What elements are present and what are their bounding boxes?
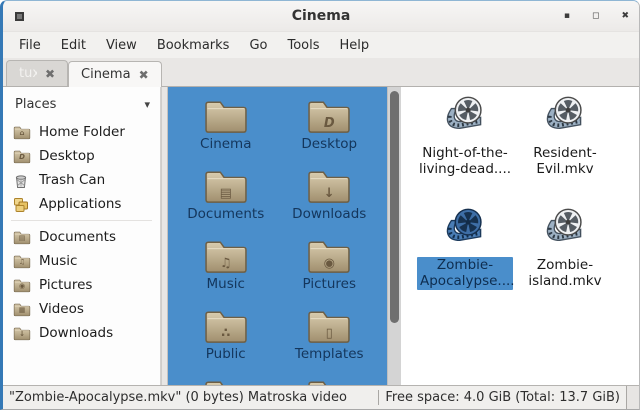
sidebar-item-videos[interactable]: ▦ Videos bbox=[3, 297, 160, 321]
scrollbar-thumb[interactable] bbox=[390, 91, 399, 323]
resize-grip[interactable] bbox=[626, 386, 639, 409]
folder-icon: ↓ bbox=[306, 167, 352, 205]
status-selection-info: "Zombie-Apocalypse.mkv" (0 bytes) Matros… bbox=[3, 390, 378, 405]
sidebar-item-trash[interactable]: Trash Can bbox=[3, 168, 160, 192]
sidebar-item-desktop[interactable]: D Desktop bbox=[3, 144, 160, 168]
folder-item-public[interactable]: ∴ Public bbox=[178, 307, 274, 377]
tab-close-icon[interactable]: ✖ bbox=[139, 68, 149, 82]
folder-item-music[interactable]: ♫ Music bbox=[178, 237, 274, 307]
menu-edit[interactable]: Edit bbox=[51, 34, 96, 57]
titlebar[interactable]: Cinema ▪ ◻ ✖ bbox=[3, 1, 639, 31]
sidebar-item-home[interactable]: ⌂ Home Folder bbox=[3, 120, 160, 144]
folder-icon bbox=[203, 97, 249, 135]
sidebar-item-pictures[interactable]: ◉ Pictures bbox=[3, 273, 160, 297]
folder-icon: ∴ bbox=[203, 307, 249, 345]
sidebar-item-label: Pictures bbox=[39, 277, 92, 293]
video-file-icon bbox=[539, 95, 591, 145]
folder-item-templates[interactable]: ▯ Templates bbox=[281, 307, 377, 377]
documents-folder-icon: ▤ bbox=[13, 230, 31, 245]
folder-item-clipped[interactable] bbox=[178, 377, 274, 385]
tab-tux[interactable]: tux ✖ bbox=[6, 60, 68, 86]
tab-label: tux bbox=[19, 66, 37, 81]
folder-icon: ▯ bbox=[306, 307, 352, 345]
menu-help[interactable]: Help bbox=[330, 34, 380, 57]
menu-file[interactable]: File bbox=[9, 34, 51, 57]
folder-icon: ▤ bbox=[203, 167, 249, 205]
folder-item-clipped[interactable] bbox=[281, 377, 377, 385]
tab-bar: tux ✖ Cinema ✖ bbox=[3, 58, 639, 87]
folder-item-documents[interactable]: ▤ Documents bbox=[178, 167, 274, 237]
file-label-selected: Zombie-Apocalypse.... bbox=[417, 257, 513, 290]
sidebar-item-label: Applications bbox=[39, 196, 121, 212]
video-file-icon-selected bbox=[439, 207, 491, 257]
file-manager-window: Cinema ▪ ◻ ✖ File Edit View Bookmarks Go… bbox=[0, 0, 640, 410]
sidebar-item-label: Documents bbox=[39, 229, 116, 245]
maximize-button[interactable]: ◻ bbox=[592, 12, 599, 21]
sidebar-item-label: Music bbox=[39, 253, 77, 269]
sidebar-item-label: Downloads bbox=[39, 325, 113, 341]
folder-icon bbox=[203, 377, 249, 385]
places-header[interactable]: Places ▾ bbox=[3, 93, 160, 120]
video-file-icon bbox=[539, 207, 591, 257]
pane-splitter[interactable] bbox=[161, 87, 168, 385]
sidebar-item-downloads[interactable]: ↓ Downloads bbox=[3, 321, 160, 345]
menu-view[interactable]: View bbox=[96, 34, 147, 57]
sidebar-item-label: Home Folder bbox=[39, 124, 125, 140]
home-folder-pane[interactable]: Cinema D Desktop ▤ Documents ↓ Downloads bbox=[168, 87, 387, 385]
file-item-resident-evil[interactable]: Resident-Evil.mkv bbox=[515, 95, 615, 207]
file-item-night-of-the-living-dead[interactable]: Night-of-the-living-dead.... bbox=[415, 95, 515, 207]
videos-folder-icon: ▦ bbox=[13, 302, 31, 317]
minimize-button[interactable]: ▪ bbox=[564, 12, 570, 21]
status-bar: "Zombie-Apocalypse.mkv" (0 bytes) Matros… bbox=[3, 385, 639, 409]
close-button[interactable]: ✖ bbox=[621, 12, 629, 21]
downloads-folder-icon: ↓ bbox=[13, 326, 31, 341]
tab-label: Cinema bbox=[81, 67, 131, 82]
places-header-label: Places bbox=[15, 97, 56, 112]
sidebar-item-label: Videos bbox=[39, 301, 84, 317]
file-label: Night-of-the-living-dead.... bbox=[417, 145, 513, 178]
folder-item-cinema[interactable]: Cinema bbox=[178, 97, 274, 167]
music-folder-icon: ♫ bbox=[13, 254, 31, 269]
folder-icon: D bbox=[306, 97, 352, 135]
cinema-folder-pane[interactable]: Night-of-the-living-dead.... Resident-Ev… bbox=[401, 87, 639, 385]
desktop-folder-icon: D bbox=[13, 149, 31, 164]
folder-icon: ♫ bbox=[203, 237, 249, 275]
video-file-icon bbox=[439, 95, 491, 145]
menu-tools[interactable]: Tools bbox=[277, 34, 329, 57]
chevron-down-icon[interactable]: ▾ bbox=[144, 98, 150, 111]
folder-icon: ◉ bbox=[306, 237, 352, 275]
vertical-scrollbar[interactable] bbox=[387, 87, 401, 385]
menubar: File Edit View Bookmarks Go Tools Help bbox=[3, 31, 639, 58]
sidebar-item-music[interactable]: ♫ Music bbox=[3, 249, 160, 273]
status-free-space: Free space: 4.0 GiB (Total: 13.7 GiB) bbox=[378, 390, 626, 405]
trash-icon bbox=[13, 173, 31, 188]
folder-item-pictures[interactable]: ◉ Pictures bbox=[281, 237, 377, 307]
window-title: Cinema bbox=[3, 8, 639, 24]
tab-close-icon[interactable]: ✖ bbox=[45, 67, 55, 81]
pictures-folder-icon: ◉ bbox=[13, 278, 31, 293]
file-item-zombie-island[interactable]: Zombie-island.mkv bbox=[515, 207, 615, 319]
file-label: Resident-Evil.mkv bbox=[517, 145, 613, 178]
file-item-zombie-apocalypse[interactable]: Zombie-Apocalypse.... bbox=[415, 207, 515, 319]
applications-icon bbox=[13, 197, 31, 212]
sidebar-item-documents[interactable]: ▤ Documents bbox=[3, 225, 160, 249]
places-sidebar: Places ▾ ⌂ Home Folder D Desktop Trash C… bbox=[3, 87, 161, 385]
sidebar-item-applications[interactable]: Applications bbox=[3, 192, 160, 216]
menu-bookmarks[interactable]: Bookmarks bbox=[147, 34, 240, 57]
file-label: Zombie-island.mkv bbox=[517, 257, 613, 290]
sidebar-separator bbox=[11, 220, 152, 221]
folder-item-downloads[interactable]: ↓ Downloads bbox=[281, 167, 377, 237]
folder-item-desktop[interactable]: D Desktop bbox=[281, 97, 377, 167]
home-folder-icon: ⌂ bbox=[13, 125, 31, 140]
menu-go[interactable]: Go bbox=[239, 34, 277, 57]
sidebar-item-label: Desktop bbox=[39, 148, 95, 164]
folder-icon bbox=[306, 377, 352, 385]
sidebar-item-label: Trash Can bbox=[39, 172, 105, 188]
tab-cinema[interactable]: Cinema ✖ bbox=[68, 61, 162, 87]
